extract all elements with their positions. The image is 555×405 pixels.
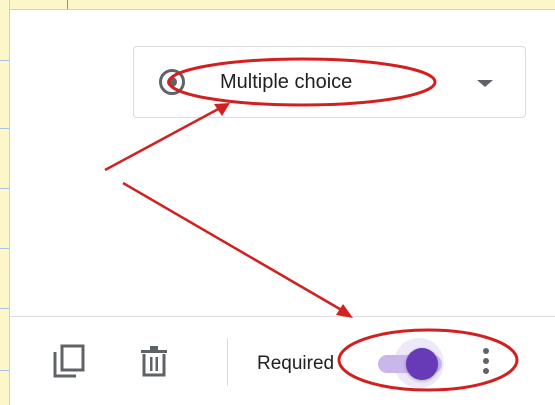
toggle-thumb <box>406 348 438 380</box>
notepad-rule <box>0 248 9 249</box>
more-dot <box>483 358 489 364</box>
notepad-rule <box>0 128 9 129</box>
toolbar-divider <box>227 338 228 386</box>
content-copy-icon[interactable] <box>52 344 86 378</box>
more-dot <box>483 348 489 354</box>
radio-button-checked-icon <box>159 69 185 95</box>
footer-divider <box>10 316 555 317</box>
notepad-top-strip <box>0 0 555 10</box>
notepad-margin-line <box>67 0 68 9</box>
required-toggle[interactable] <box>376 338 450 388</box>
screenshot-stage: Multiple choice Required <box>0 0 555 405</box>
notepad-rule <box>0 308 9 309</box>
trash-icon[interactable] <box>139 345 169 377</box>
dropdown-caret-icon <box>477 80 493 87</box>
more-dot <box>483 368 489 374</box>
notepad-left-strip <box>0 0 10 405</box>
question-type-dropdown[interactable]: Multiple choice <box>133 46 526 118</box>
notepad-rule <box>0 188 9 189</box>
more-vert-icon[interactable] <box>476 345 496 377</box>
question-type-label: Multiple choice <box>220 71 353 93</box>
notepad-rule <box>0 370 9 371</box>
required-label: Required <box>257 353 335 374</box>
notepad-rule <box>0 60 9 61</box>
